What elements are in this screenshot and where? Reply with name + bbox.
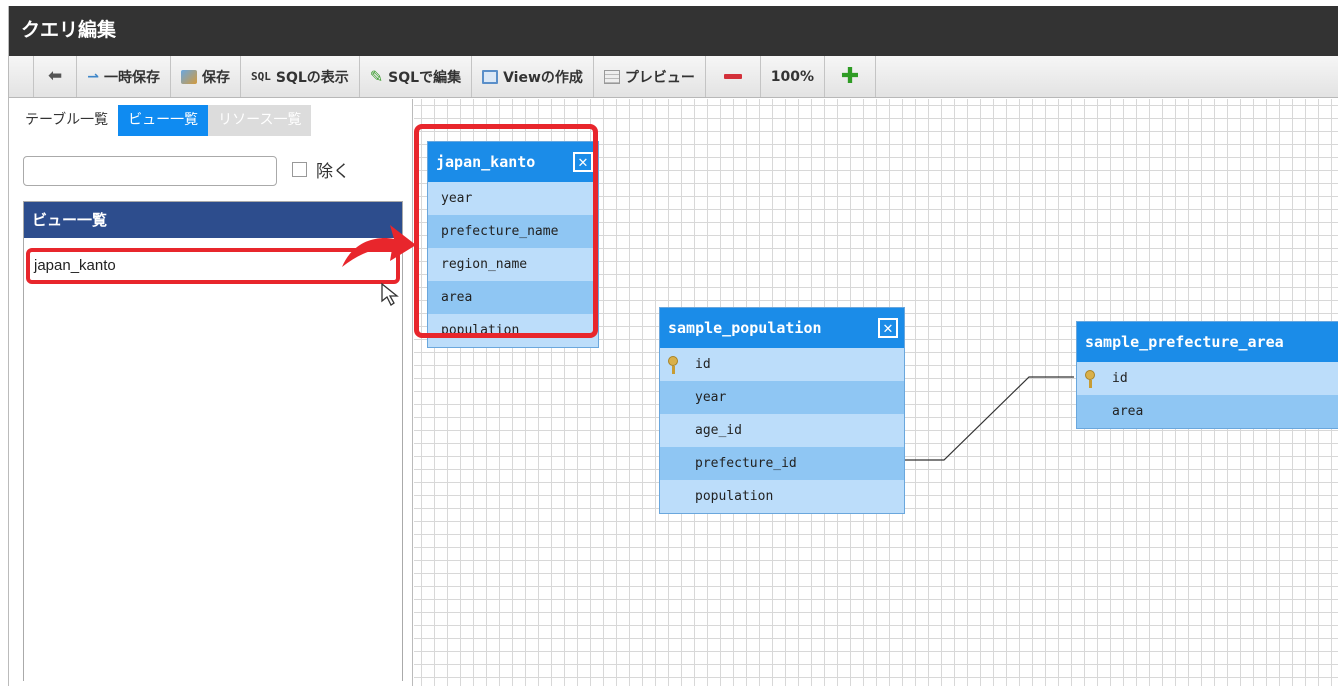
mouse-cursor-icon [381, 282, 399, 306]
zoom-out-button[interactable] [706, 56, 761, 97]
create-view-button[interactable]: Viewの作成 [472, 56, 594, 97]
preview-icon [603, 69, 620, 84]
show-sql-button[interactable]: SQL SQLの表示 [241, 56, 360, 97]
preview-button[interactable]: プレビュー [594, 56, 706, 97]
exclude-label: 除く [316, 162, 350, 182]
preview-label: プレビュー [624, 69, 695, 86]
table-sample-population[interactable]: sample_population ✕ id year age_id prefe… [659, 307, 905, 514]
show-sql-label: SQLの表示 [275, 69, 349, 86]
column-row[interactable]: prefecture_id [660, 447, 904, 480]
column-name: id [695, 357, 711, 372]
panel-tabs: テーブル一覧 ビュー一覧 リソース一覧 [15, 105, 312, 136]
temp-save-label: 一時保存 [103, 69, 160, 86]
table-name: sample_population [668, 319, 822, 337]
save-icon [180, 69, 197, 84]
column-row[interactable]: age_id [660, 414, 904, 447]
save-button[interactable]: 保存 [171, 56, 241, 97]
column-row[interactable]: year [660, 381, 904, 414]
back-button[interactable]: ⬅ [33, 56, 78, 97]
temp-save-button[interactable]: ⇀ 一時保存 [77, 56, 171, 97]
save-label: 保存 [201, 69, 230, 86]
exclude-option[interactable]: 除く [292, 157, 350, 182]
window-title: クエリ編集 [9, 6, 1338, 56]
minus-icon [723, 74, 742, 79]
sql-icon: SQL [250, 70, 271, 83]
search-input[interactable] [23, 156, 277, 186]
pencil-icon: ✎ [369, 66, 384, 86]
edit-sql-label: SQLで編集 [388, 69, 462, 86]
drag-arrow-icon [342, 225, 416, 267]
zoom-in-button[interactable]: ✚ [825, 56, 877, 97]
close-icon[interactable]: ✕ [878, 318, 898, 338]
column-row[interactable]: id [1077, 362, 1338, 395]
zoom-level: 100% [761, 56, 825, 97]
table-header[interactable]: sample_prefecture_area ✕ [1077, 322, 1338, 362]
toolbar: ⬅ ⇀ 一時保存 保存 SQL SQLの表示 ✎ SQLで編集 Viewの作成 … [9, 56, 1338, 98]
table-name: sample_prefecture_area [1085, 333, 1284, 351]
plus-icon: ✚ [840, 64, 860, 89]
left-panel: テーブル一覧 ビュー一覧 リソース一覧 除く ビュー一覧 japan_kanto [9, 99, 413, 686]
exclude-checkbox[interactable] [292, 162, 307, 177]
query-editor-window: クエリ編集 ⬅ ⇀ 一時保存 保存 SQL SQLの表示 ✎ SQLで編集 Vi… [8, 6, 1338, 686]
column-row[interactable]: population [660, 480, 904, 513]
view-icon [482, 69, 499, 84]
key-icon [1085, 370, 1095, 388]
highlight-box [414, 124, 598, 338]
tab-table-list[interactable]: テーブル一覧 [15, 105, 118, 136]
edit-sql-button[interactable]: ✎ SQLで編集 [360, 56, 473, 97]
column-row[interactable]: id [660, 348, 904, 381]
column-name: id [1112, 371, 1128, 386]
create-view-label: Viewの作成 [503, 69, 583, 86]
table-header[interactable]: sample_population ✕ [660, 308, 904, 348]
column-row[interactable]: area [1077, 395, 1338, 428]
tab-view-list[interactable]: ビュー一覧 [118, 105, 209, 136]
tab-resource-list[interactable]: リソース一覧 [208, 105, 312, 136]
table-sample-prefecture-area[interactable]: sample_prefecture_area ✕ id area [1076, 321, 1338, 429]
back-arrow-icon: ⬅ [48, 66, 63, 86]
temp-save-icon: ⇀ [87, 68, 99, 85]
key-icon [668, 356, 678, 374]
